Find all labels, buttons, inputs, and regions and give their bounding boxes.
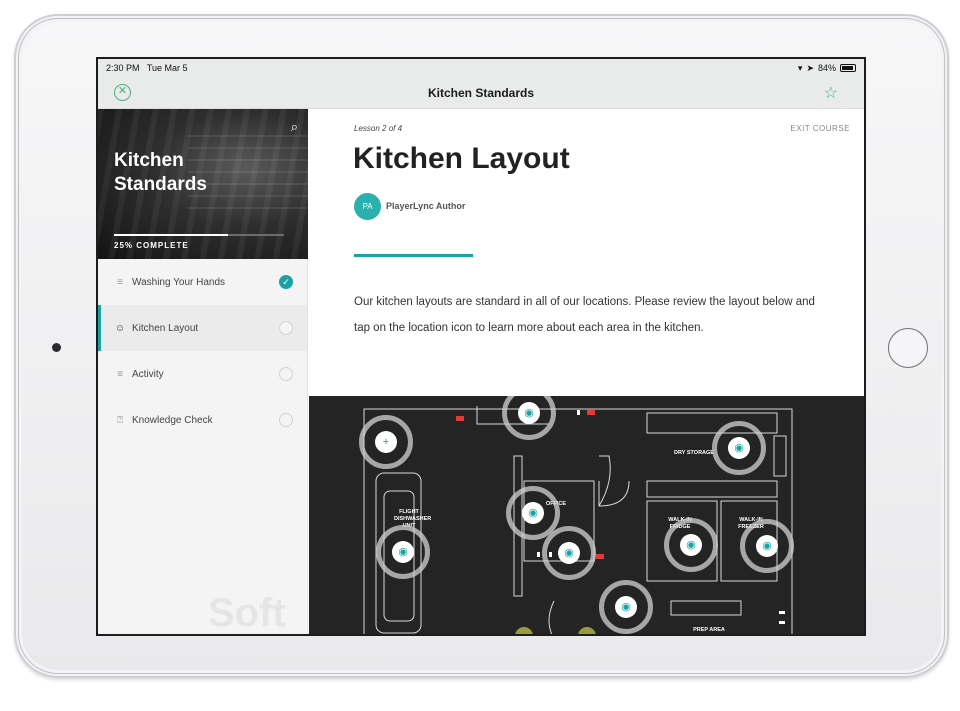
status-time: 2:30 PM — [106, 63, 140, 73]
lines-icon: ≡ — [117, 276, 123, 288]
lesson-title: Kitchen Layout — [353, 142, 570, 175]
location-pin-prep[interactable]: ◉ — [599, 580, 653, 634]
nav-bar: ✕ Kitchen Standards ☆ — [98, 77, 864, 109]
map-pin-icon: ◉ — [615, 596, 637, 618]
status-bar: 2:30 PM Tue Mar 5 ▾ ➤ 84% — [98, 59, 864, 77]
battery-icon — [840, 64, 856, 72]
sidebar-item-kitchen-layout[interactable]: ☺ Kitchen Layout — [98, 305, 307, 351]
author-name: PlayerLync Author — [386, 201, 466, 211]
lesson-content: Lesson 2 of 4 EXIT COURSE Kitchen Layout… — [309, 109, 864, 634]
question-icon: ⍰ — [117, 414, 123, 426]
location-pin-cookline[interactable]: ◉ — [542, 526, 596, 580]
app-screen: 2:30 PM Tue Mar 5 ▾ ➤ 84% ✕ Kitchen Stan… — [96, 57, 866, 636]
course-sidebar: Kitchen Standards ⌕ 25% COMPLETE ≡ Washi… — [98, 109, 308, 635]
map-pin-icon: ◉ — [756, 535, 778, 557]
map-pin-icon: ◉ — [518, 402, 540, 424]
map-pin-icon: ◉ — [680, 534, 702, 556]
sidebar-item-washing-your-hands[interactable]: ≡ Washing Your Hands ✓ — [98, 259, 307, 305]
label-prep-area: PREP AREA — [693, 627, 725, 633]
empty-circle-icon — [279, 367, 293, 381]
sidebar-item-label: Knowledge Check — [132, 414, 213, 426]
map-pin-icon: ◉ — [728, 437, 750, 459]
course-progress-fill — [114, 234, 228, 236]
location-icon: ➤ — [806, 62, 814, 73]
kitchen-floor-plan: DRY STORAGE OFFICE FLIGHT DISHWASHER UNI… — [309, 396, 864, 634]
star-icon[interactable]: ☆ — [824, 83, 838, 103]
watermark: Soft — [208, 591, 286, 635]
sidebar-item-activity[interactable]: ≡ Activity — [98, 351, 307, 397]
course-progress-text: 25% COMPLETE — [114, 241, 189, 250]
course-hero: Kitchen Standards ⌕ 25% COMPLETE — [98, 109, 308, 259]
location-pin-dishwasher[interactable]: ◉ — [376, 525, 430, 579]
map-pin-icon: ◉ — [392, 541, 414, 563]
wifi-icon: ▾ — [797, 62, 803, 73]
status-date: Tue Mar 5 — [146, 63, 188, 73]
check-circle-icon: ✓ — [279, 275, 293, 289]
author-avatar: PA — [354, 193, 381, 220]
title-divider — [354, 254, 473, 257]
map-pin-icon: ◉ — [522, 502, 544, 524]
sidebar-item-label: Activity — [132, 368, 164, 380]
location-pin-dry-storage[interactable]: ◉ — [712, 421, 766, 475]
map-pin-icon: ◉ — [558, 542, 580, 564]
lesson-body-text: Our kitchen layouts are standard in all … — [354, 296, 815, 334]
add-location-pin[interactable]: + — [359, 415, 413, 469]
lesson-count: Lesson 2 of 4 — [354, 124, 403, 133]
lines-icon: ≡ — [117, 368, 123, 380]
empty-circle-icon — [279, 413, 293, 427]
plus-icon: + — [375, 431, 397, 453]
nav-title: Kitchen Standards — [427, 85, 535, 100]
sidebar-item-knowledge-check[interactable]: ⍰ Knowledge Check — [98, 397, 307, 443]
close-circle-icon[interactable]: ✕ — [114, 84, 131, 101]
search-icon[interactable]: ⌕ — [291, 119, 298, 135]
battery-percent: 84% — [817, 63, 836, 73]
person-icon: ☺ — [114, 322, 126, 334]
course-title: Kitchen Standards — [114, 150, 207, 195]
course-progress-bar — [114, 234, 284, 236]
exit-course-link[interactable]: EXIT COURSE — [790, 124, 850, 133]
sidebar-item-label: Washing Your Hands — [132, 276, 226, 288]
location-pin-walkin-fridge[interactable]: ◉ — [664, 518, 718, 572]
front-camera — [52, 343, 61, 352]
location-pin-walkin-freezer[interactable]: ◉ — [740, 519, 794, 573]
sidebar-item-label: Kitchen Layout — [132, 322, 199, 334]
empty-circle-icon — [279, 321, 293, 335]
home-button[interactable] — [888, 328, 928, 368]
